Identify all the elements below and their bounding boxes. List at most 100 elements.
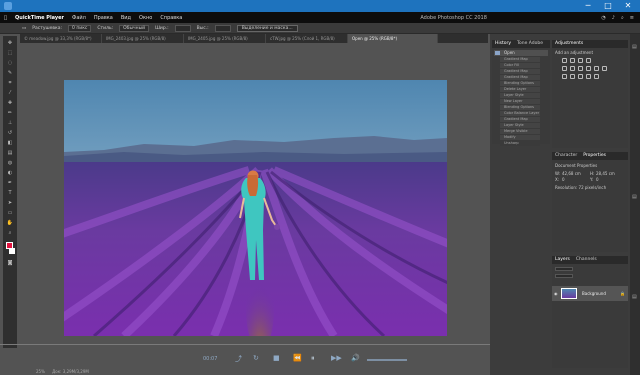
history-item[interactable]: Gradient Map xyxy=(500,57,540,62)
fullscreen-icon[interactable]: ■ xyxy=(273,354,280,362)
tab-layers[interactable]: Layers xyxy=(555,256,570,264)
exposure-icon[interactable] xyxy=(586,58,591,63)
brightness-icon[interactable] xyxy=(562,58,567,63)
brush-tool-icon[interactable]: ✏ xyxy=(6,110,14,116)
select-mask-button[interactable]: Выделение и маска... xyxy=(236,24,298,32)
color-balance-icon[interactable] xyxy=(578,66,583,71)
doc-tab-active[interactable]: Open @ 25% (RGB/8*) xyxy=(348,34,438,43)
history-item[interactable]: Merge Visible xyxy=(500,129,540,134)
canvas-photo[interactable] xyxy=(64,80,447,336)
y-value[interactable]: 0 xyxy=(596,177,599,182)
maximize-button[interactable]: □ xyxy=(598,0,618,12)
curves-icon[interactable] xyxy=(578,58,583,63)
history-brush-icon[interactable]: ↺ xyxy=(6,130,14,136)
search-icon[interactable]: ⌕ xyxy=(621,15,624,21)
x-value[interactable]: 0 xyxy=(562,177,565,182)
quick-mask-icon[interactable]: ◙ xyxy=(6,260,14,266)
tab-history[interactable]: History xyxy=(495,40,511,48)
marquee-tool-icon[interactable]: ⬚ xyxy=(6,50,14,56)
tab-character[interactable]: Character xyxy=(555,152,577,160)
apple-icon[interactable]:  xyxy=(4,15,7,21)
rotate-icon[interactable]: ↻ xyxy=(253,354,259,362)
history-item[interactable]: Blending Options xyxy=(500,81,540,86)
invert-icon[interactable] xyxy=(562,74,567,79)
history-item[interactable]: Delete Layer xyxy=(500,87,540,92)
blur-icon[interactable]: ◍ xyxy=(6,160,14,166)
volume-slider[interactable] xyxy=(367,359,407,361)
visibility-eye-icon[interactable]: ◉ xyxy=(554,291,558,296)
black-white-icon[interactable] xyxy=(586,66,591,71)
share-icon[interactable]: ⤴ xyxy=(235,354,242,364)
width-input[interactable] xyxy=(174,24,191,32)
layer-filter-select[interactable] xyxy=(555,267,573,271)
style-select[interactable]: Обычный xyxy=(119,24,150,32)
zoom-tool-icon[interactable]: ⌕ xyxy=(6,230,14,236)
gradient-map-icon[interactable] xyxy=(586,74,591,79)
dodge-icon[interactable]: ◐ xyxy=(6,170,14,176)
adjustments-title[interactable]: Adjustments xyxy=(555,40,583,48)
levels-icon[interactable] xyxy=(570,58,575,63)
doc-tab[interactable]: IMG_2405.jpg @ 25% (RGB/8) xyxy=(184,34,266,43)
panel-icon[interactable]: ▤ xyxy=(632,194,637,200)
menu-list-icon[interactable]: ≡ xyxy=(630,15,634,21)
pen-tool-icon[interactable]: ✒ xyxy=(6,180,14,186)
doc-tab[interactable]: IMG_2403.jpg @ 25% (RGB/8) xyxy=(102,34,184,43)
menubar-app-name[interactable]: QuickTime Player xyxy=(15,15,64,21)
history-item[interactable]: Layer Style xyxy=(500,93,540,98)
threshold-icon[interactable] xyxy=(578,74,583,79)
history-item[interactable]: Blending Options xyxy=(500,105,540,110)
rewind-icon[interactable]: ⏪ xyxy=(293,354,302,362)
doc-tab[interactable]: © meadow.jpg @ 33,3% (RGB/8*) xyxy=(20,34,102,43)
minimize-button[interactable]: ─ xyxy=(578,0,598,12)
history-item[interactable]: Gradient Map xyxy=(500,117,540,122)
doc-size[interactable]: Док: 3,29M/3,29M xyxy=(52,369,89,374)
hue-saturation-icon[interactable] xyxy=(570,66,575,71)
history-snapshot[interactable]: Open xyxy=(494,50,548,56)
menu-edit[interactable]: Правка xyxy=(94,15,113,21)
tab-properties[interactable]: Properties xyxy=(583,152,606,160)
healing-brush-icon[interactable]: ✚ xyxy=(6,100,14,106)
eyedropper-icon[interactable]: ⁄ xyxy=(6,90,14,96)
close-button[interactable]: ✕ xyxy=(618,0,638,12)
pause-icon[interactable]: ⏸ xyxy=(311,354,315,363)
history-item[interactable]: Color Balance Layer xyxy=(500,111,540,116)
lasso-tool-icon[interactable]: ◌ xyxy=(6,60,14,66)
channel-mixer-icon[interactable] xyxy=(602,66,607,71)
hand-tool-icon[interactable]: ✋ xyxy=(6,220,14,226)
type-tool-icon[interactable]: T xyxy=(6,190,14,196)
quick-select-icon[interactable]: ✎ xyxy=(6,70,14,76)
history-item[interactable]: Modify xyxy=(500,135,540,140)
wifi-icon[interactable]: ◔ xyxy=(601,15,605,21)
menu-view[interactable]: Вид xyxy=(121,15,131,21)
crop-tool-icon[interactable]: ⌗ xyxy=(6,80,14,86)
gradient-icon[interactable]: ▤ xyxy=(6,150,14,156)
photo-filter-icon[interactable] xyxy=(594,66,599,71)
feather-input[interactable]: 0 пикс xyxy=(68,24,92,32)
history-item[interactable]: New Layer xyxy=(500,99,540,104)
history-item[interactable]: Gradient Map xyxy=(500,75,540,80)
height-value[interactable]: 28,45 cm xyxy=(596,171,615,176)
menu-file[interactable]: Файл xyxy=(72,15,86,21)
marquee-tool-icon[interactable]: ▭ xyxy=(22,26,26,31)
tab-channels[interactable]: Channels xyxy=(576,256,597,264)
height-input[interactable] xyxy=(214,24,231,32)
menu-window[interactable]: Окно xyxy=(139,15,152,21)
blend-mode-select[interactable] xyxy=(555,274,573,278)
zoom-level[interactable]: 25% xyxy=(36,369,45,374)
volume-icon[interactable]: ♪ xyxy=(612,15,615,21)
layer-name[interactable]: Background xyxy=(582,291,606,296)
tab-tone[interactable]: Tone Adobe Color xyxy=(517,40,550,54)
fast-forward-icon[interactable]: ▶▶ xyxy=(331,354,342,362)
vibrance-icon[interactable] xyxy=(562,66,567,71)
eraser-icon[interactable]: ◧ xyxy=(6,140,14,146)
panel-icon[interactable]: ▤ xyxy=(632,44,637,50)
path-select-icon[interactable]: ➤ xyxy=(6,200,14,206)
history-item[interactable]: Gradient Map xyxy=(500,69,540,74)
history-item[interactable]: Color Fill xyxy=(500,63,540,68)
move-tool-icon[interactable]: ✥ xyxy=(6,40,14,46)
panel-icon[interactable]: ▤ xyxy=(632,294,637,300)
history-item[interactable]: Layer Style xyxy=(500,123,540,128)
posterize-icon[interactable] xyxy=(570,74,575,79)
history-item[interactable]: Unsharp xyxy=(500,141,540,146)
menu-help[interactable]: Справка xyxy=(160,15,182,21)
